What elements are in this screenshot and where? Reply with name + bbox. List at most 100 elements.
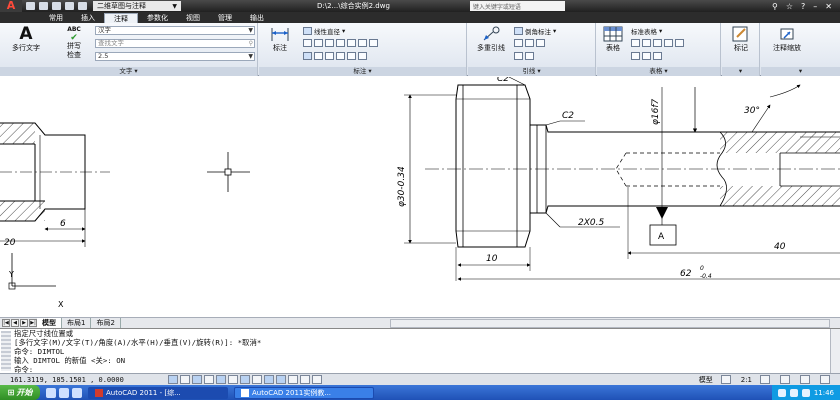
layout-tab-2[interactable]: 布局2 <box>91 318 121 328</box>
collect-leader-icon[interactable] <box>514 52 523 60</box>
clean-screen-icon[interactable] <box>820 375 830 384</box>
drawing-svg[interactable]: 6 20 Y X φ30-0.34 10 62 0 -0.4 40 C2 C2 … <box>0 77 840 317</box>
space-dim-icon[interactable] <box>336 39 345 47</box>
osnap-toggle[interactable] <box>216 375 226 384</box>
layout-icon[interactable] <box>720 375 731 384</box>
lock-icon[interactable] <box>800 375 810 384</box>
align-leader-icon[interactable] <box>536 39 545 47</box>
open-icon[interactable] <box>39 2 48 10</box>
ducs-toggle[interactable] <box>252 375 262 384</box>
command-window[interactable]: 指定尺寸线位置或 [多行文字(M)/文字(T)/角度(A)/水平(H)/垂直(V… <box>0 328 840 374</box>
text-height-select[interactable]: 2.5 ▼ <box>95 52 255 61</box>
undo-icon[interactable] <box>65 2 74 10</box>
dim-style-icon[interactable] <box>358 52 367 60</box>
otrack-toggle[interactable] <box>240 375 250 384</box>
lwt-toggle[interactable] <box>276 375 286 384</box>
workspace-switch-icon[interactable] <box>780 375 790 384</box>
oblique-icon[interactable] <box>325 52 334 60</box>
help-search-input[interactable]: 键入关键字或短语 <box>469 1 565 11</box>
upload-data-icon[interactable] <box>653 52 662 60</box>
snap-toggle[interactable] <box>168 375 178 384</box>
taskbar-item-autocad[interactable]: AutoCAD 2011 - [综... <box>88 386 228 399</box>
layout-tab-model[interactable]: 模型 <box>37 318 62 328</box>
star-icon[interactable]: ☆ <box>786 2 793 11</box>
grid-toggle[interactable] <box>180 375 190 384</box>
command-window-grip[interactable] <box>1 331 11 371</box>
extract-data-icon[interactable] <box>631 52 640 60</box>
first-layout-icon[interactable]: |◀ <box>2 319 10 327</box>
leader-panel-title[interactable]: 引线 ▾ <box>468 67 595 76</box>
workspace-selector[interactable]: 二维草图与注释 ▼ <box>93 1 181 11</box>
baseline-dim-icon[interactable] <box>325 39 334 47</box>
tab-insert[interactable]: 插入 <box>72 13 104 23</box>
command-scrollbar[interactable] <box>830 329 840 374</box>
volume-icon[interactable] <box>789 388 798 397</box>
dimension-button[interactable]: 标注 <box>265 25 295 53</box>
continue-dim-icon[interactable] <box>314 39 323 47</box>
tab-view[interactable]: 视图 <box>177 13 209 23</box>
tab-manage[interactable]: 管理 <box>209 13 241 23</box>
annotation-scaling-button[interactable]: 注释缩放 <box>767 25 807 53</box>
save-icon[interactable] <box>52 2 61 10</box>
media-icon[interactable] <box>72 387 82 398</box>
network-icon[interactable] <box>777 388 786 397</box>
layout-tab-1[interactable]: 布局1 <box>62 318 92 328</box>
markup-button[interactable]: 标记 <box>726 25 756 53</box>
3dosnap-toggle[interactable] <box>228 375 238 384</box>
ime-icon[interactable] <box>801 388 810 397</box>
browser-icon[interactable] <box>59 387 69 398</box>
drawing-canvas[interactable]: 6 20 Y X φ30-0.34 10 62 0 -0.4 40 C2 C2 … <box>0 77 840 317</box>
multileader-button[interactable]: 多重引线 <box>472 25 510 53</box>
leader-style-icon[interactable] <box>525 52 534 60</box>
prev-layout-icon[interactable]: ◀ <box>11 319 19 327</box>
next-layout-icon[interactable]: ▶ <box>20 319 28 327</box>
binoculars-icon[interactable]: ⚲ <box>772 2 778 11</box>
mtext-button[interactable]: A 多行文字 <box>8 25 44 53</box>
insert-row-icon[interactable] <box>642 39 651 47</box>
ortho-toggle[interactable] <box>192 375 202 384</box>
dimension-panel-title[interactable]: 标注 ▾ <box>259 67 466 76</box>
redo-icon[interactable] <box>78 2 87 10</box>
formula-icon[interactable] <box>664 39 673 47</box>
annotation-visibility-icon[interactable] <box>760 375 770 384</box>
annotation-scale-button[interactable]: 2:1 <box>741 376 752 384</box>
sc-toggle[interactable] <box>312 375 322 384</box>
markup-panel-title[interactable]: ▾ <box>722 67 759 76</box>
tab-output[interactable]: 输出 <box>241 13 273 23</box>
close-icon[interactable]: ✕ <box>825 2 832 11</box>
table-button[interactable]: 表格 <box>599 25 627 53</box>
new-icon[interactable] <box>26 2 35 10</box>
tolerance-icon[interactable] <box>303 52 312 60</box>
model-space-button[interactable]: 模型 <box>699 375 713 385</box>
text-style-select[interactable]: 汉字 ▼ <box>95 26 255 35</box>
qp-toggle[interactable] <box>300 375 310 384</box>
update-dim-icon[interactable] <box>347 52 356 60</box>
help-icon[interactable]: ? <box>801 2 805 11</box>
tab-annotate[interactable]: 注释 <box>104 13 138 23</box>
minimize-icon[interactable]: – <box>813 2 817 11</box>
text-panel-title[interactable]: 文字 ▾ <box>0 67 257 76</box>
tpy-toggle[interactable] <box>288 375 298 384</box>
taskbar-item-tutorial[interactable]: AutoCAD 2011实例教... <box>234 386 374 399</box>
desktop-icon[interactable] <box>46 387 56 398</box>
table-panel-title[interactable]: 表格 ▾ <box>597 67 720 76</box>
download-data-icon[interactable] <box>642 52 651 60</box>
inspect-dim-icon[interactable] <box>369 39 378 47</box>
polar-toggle[interactable] <box>204 375 214 384</box>
tab-home[interactable]: 常用 <box>40 13 72 23</box>
find-text-input[interactable]: 查找文字 ⚲ <box>95 39 255 48</box>
annotation-scaling-panel-title[interactable]: ▾ <box>761 67 840 76</box>
remove-leader-icon[interactable] <box>525 39 534 47</box>
linear-diameter-button[interactable]: 线性直径 ▾ <box>303 26 345 36</box>
center-mark-icon[interactable] <box>314 52 323 60</box>
tab-parametric[interactable]: 参数化 <box>138 13 177 23</box>
quick-dim-icon[interactable] <box>303 39 312 47</box>
link-data-icon[interactable] <box>675 39 684 47</box>
break-dim-icon[interactable] <box>347 39 356 47</box>
dyn-toggle[interactable] <box>264 375 274 384</box>
add-leader-icon[interactable] <box>514 39 523 47</box>
text-angle-icon[interactable] <box>336 52 345 60</box>
insert-col-icon[interactable] <box>653 39 662 47</box>
chamfer-dim-button[interactable]: 倒角标注 ▾ <box>514 26 556 36</box>
application-menu-button[interactable]: A <box>0 0 22 12</box>
